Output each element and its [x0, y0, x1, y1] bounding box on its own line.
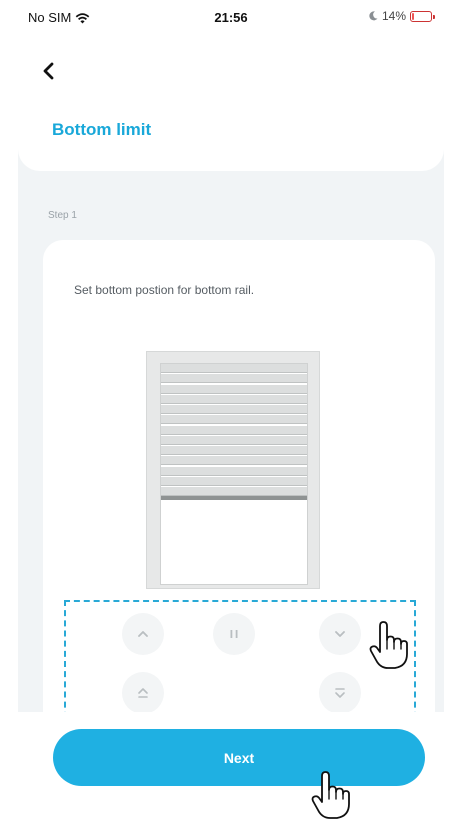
blind-slat	[161, 364, 307, 373]
bottom-rail	[161, 496, 307, 500]
page-title: Bottom limit	[52, 120, 152, 139]
blind-slat	[161, 477, 307, 486]
battery-percent: 14%	[381, 9, 406, 23]
battery-level-fill	[412, 12, 414, 20]
blind-slat	[161, 467, 307, 476]
hand-pointer-icon	[369, 621, 408, 669]
status-right: 14%	[369, 9, 435, 23]
instruction-text: Set bottom postion for bottom rail.	[74, 283, 255, 297]
bottom-bar: Next	[18, 712, 444, 803]
status-bar: No SIM 21:56 14%	[18, 0, 444, 40]
app-screen: No SIM 21:56 14% Bottom limit Step 1 Set…	[18, 0, 444, 803]
moon-icon	[369, 11, 378, 21]
blind-slat	[161, 487, 307, 496]
header-card: Bottom limit	[18, 40, 444, 171]
hand-pointer-icon	[311, 771, 350, 819]
window-pane	[160, 363, 308, 585]
blind-slat	[161, 385, 307, 394]
blind-slat	[161, 415, 307, 424]
step-label: Step 1	[48, 210, 77, 221]
blind-slat	[161, 456, 307, 465]
blind-slat	[161, 426, 307, 435]
blind-illustration	[146, 351, 320, 589]
blind-slat	[161, 446, 307, 455]
blind-slat	[161, 436, 307, 445]
blind-slat	[161, 395, 307, 404]
chevron-left-icon	[43, 62, 54, 80]
next-button[interactable]: Next	[53, 729, 425, 786]
blind-slat	[161, 374, 307, 383]
battery-charging-icon	[410, 10, 435, 22]
back-button[interactable]	[34, 56, 64, 86]
blind-slat	[161, 405, 307, 414]
